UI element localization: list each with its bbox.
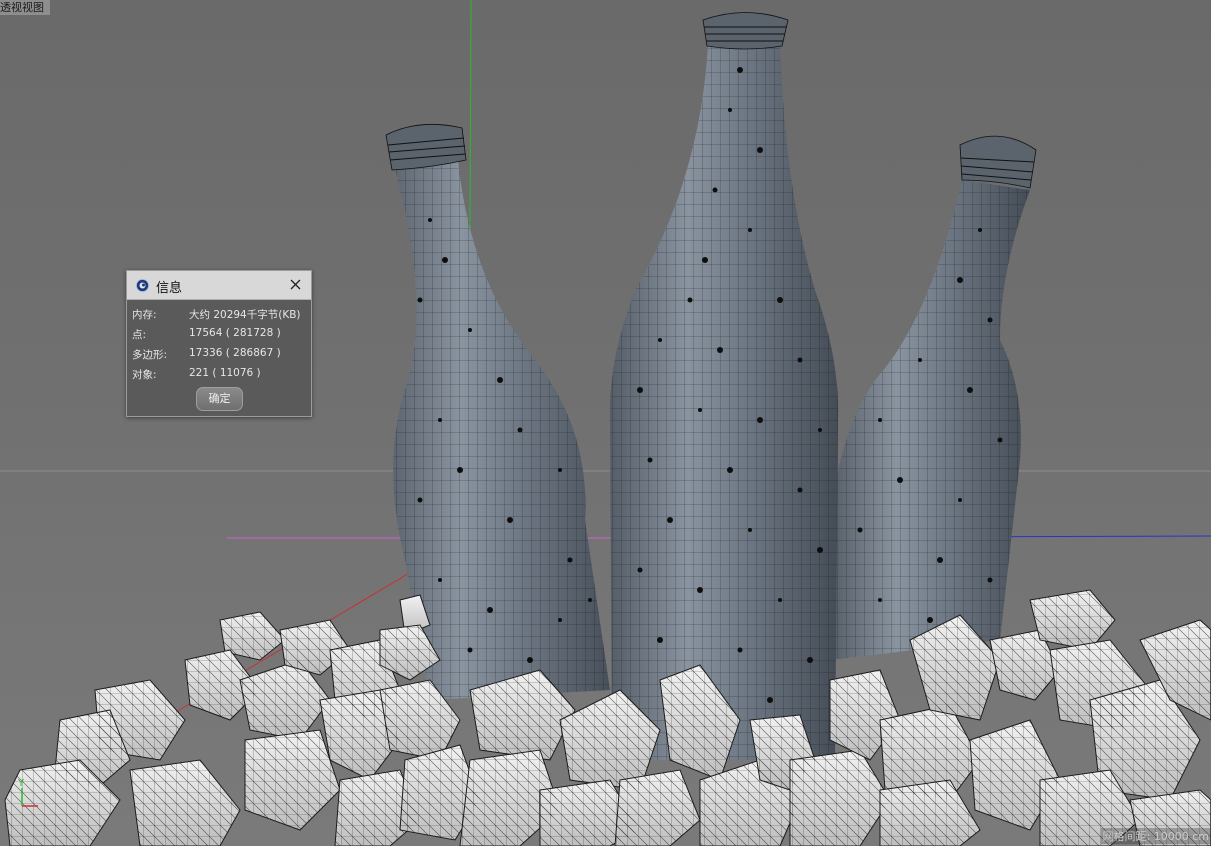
ok-button[interactable]: 确定 (196, 387, 243, 411)
3d-viewport[interactable]: Y 透视视图 网格间距: 10000 cm 信息 内存: 大约 20294千字节… (0, 0, 1211, 846)
info-value: 17336 ( 286867 ) (189, 347, 281, 359)
grid-spacing-readout: 网格间距: 10000 cm (1100, 828, 1211, 844)
info-value: 221 ( 11076 ) (189, 367, 261, 379)
bottle-right (830, 180, 1030, 660)
info-value: 17564 ( 281728 ) (189, 327, 281, 339)
info-value: 大约 20294千字节(KB) (189, 309, 301, 321)
close-icon[interactable] (288, 277, 303, 292)
dialog-title: 信息 (156, 281, 183, 296)
rock-pile (4, 589, 1211, 846)
info-row-points: 点: 17564 ( 281728 ) (132, 327, 308, 343)
info-row-objects: 对象: 221 ( 11076 ) (132, 367, 308, 383)
bottle-center (609, 45, 839, 760)
info-dialog: 信息 内存: 大约 20294千字节(KB) 点: 17564 ( 281728… (126, 270, 312, 417)
bottle-right-cap (959, 135, 1037, 189)
info-row-polygons: 多边形: 17336 ( 286867 ) (132, 347, 308, 363)
viewport-camera-label[interactable]: 透视视图 (0, 0, 50, 15)
info-label: 内存: (132, 309, 157, 321)
info-label: 点: (132, 329, 147, 341)
bottle-center-cap (702, 12, 789, 50)
info-label: 对象: (132, 369, 157, 381)
axis-gizmo-label: Y (17, 778, 25, 789)
dialog-titlebar[interactable]: 信息 (127, 271, 311, 300)
info-label: 多边形: (132, 349, 168, 361)
info-row-memory: 内存: 大约 20294千字节(KB) (132, 307, 308, 323)
scene-canvas[interactable]: Y (0, 0, 1211, 846)
cinema4d-logo-icon (136, 279, 149, 292)
